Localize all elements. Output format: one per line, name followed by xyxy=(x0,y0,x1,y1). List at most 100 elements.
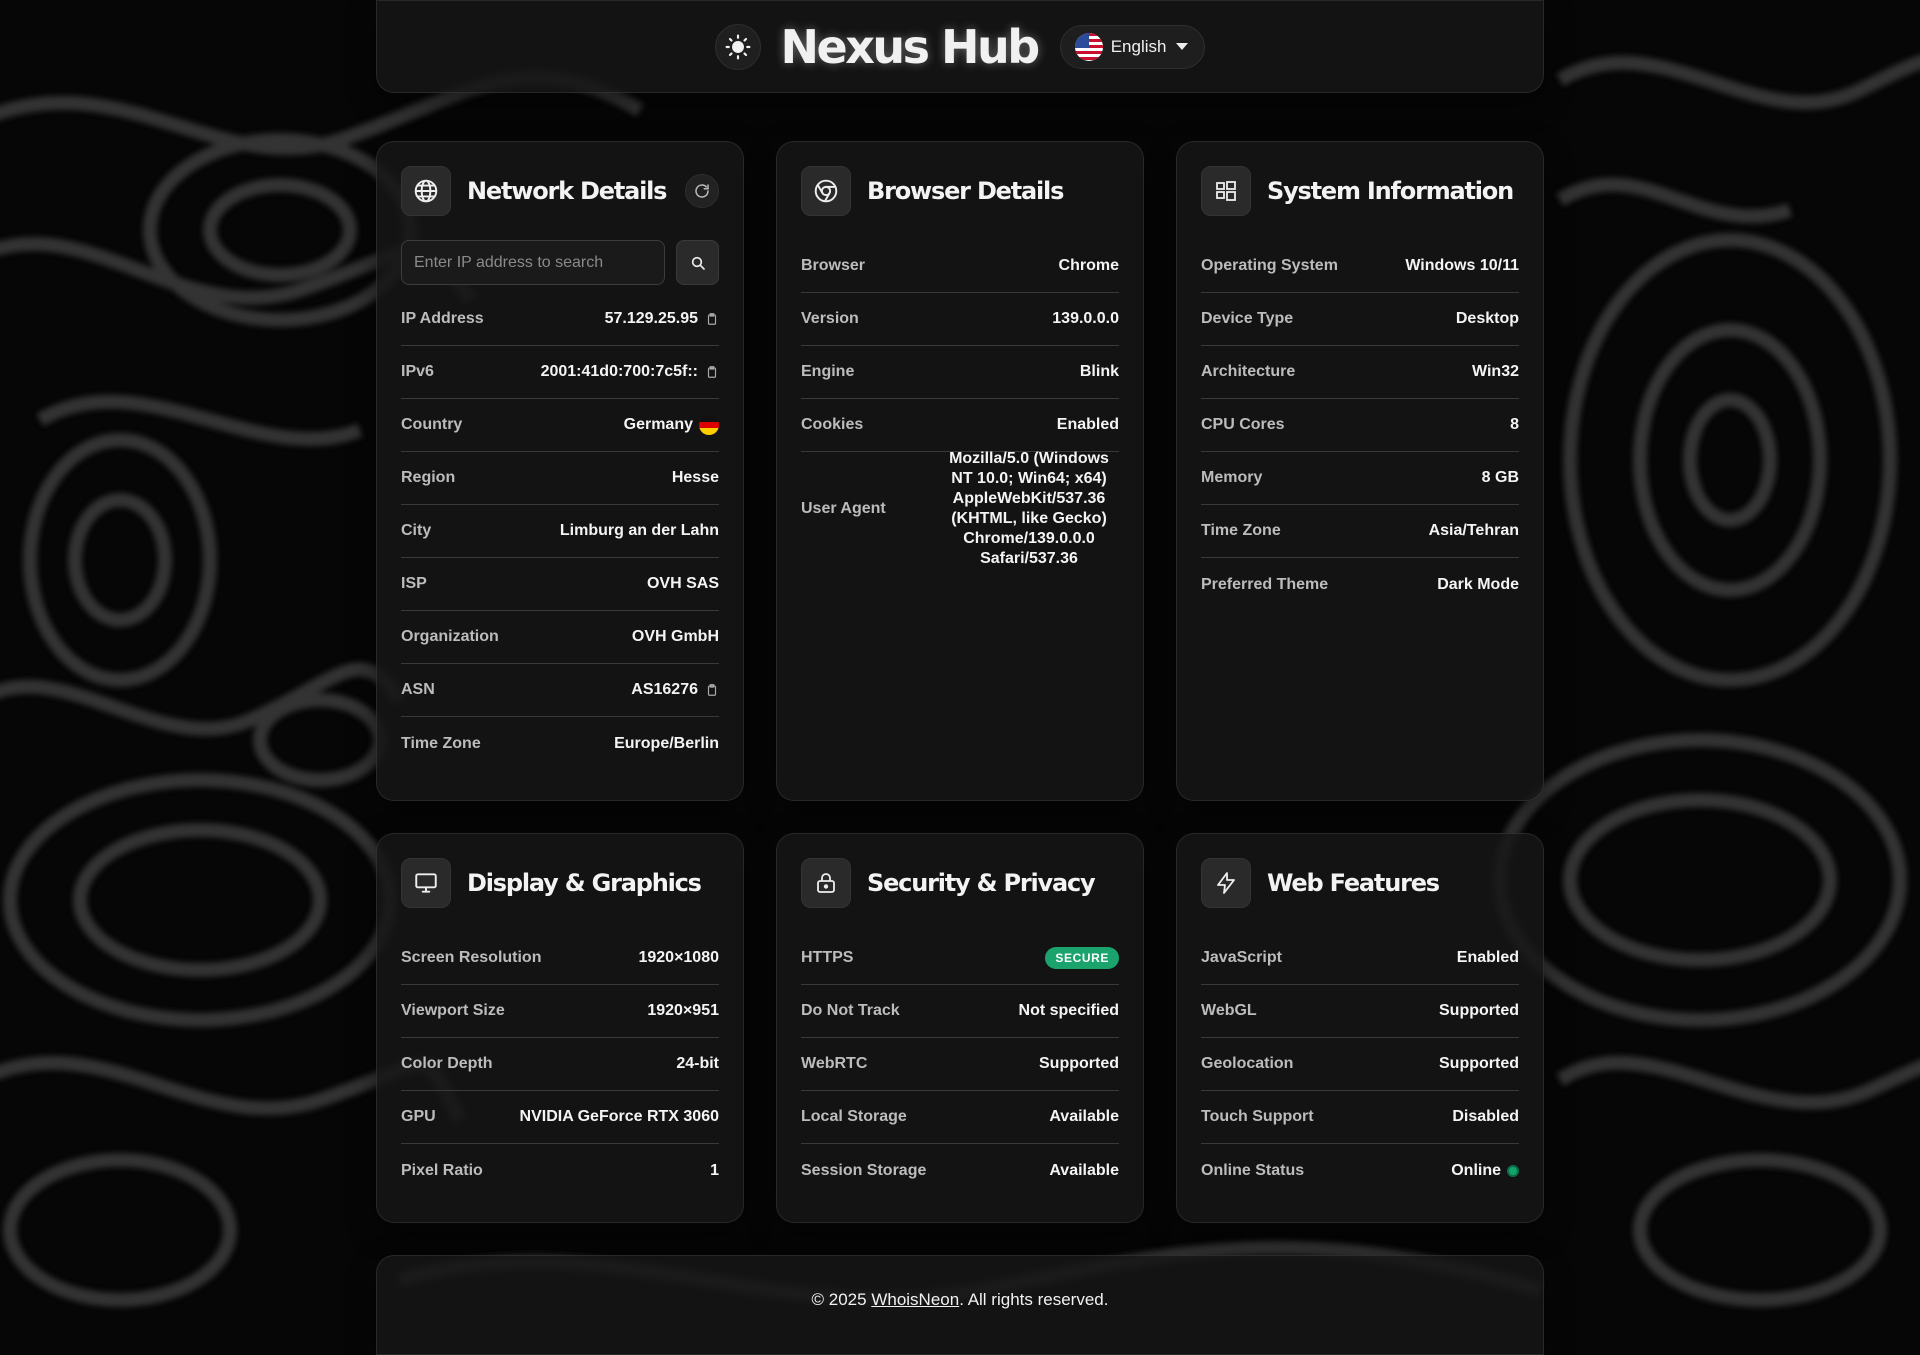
language-selector[interactable]: English xyxy=(1059,24,1206,69)
row-label: ASN xyxy=(401,681,435,698)
row-label: Screen Resolution xyxy=(401,949,542,966)
row-value: Desktop xyxy=(1455,310,1519,327)
row-value: OVH GmbH xyxy=(631,628,719,645)
row-value: Hesse xyxy=(671,469,719,486)
refresh-button[interactable] xyxy=(685,174,719,208)
row-value: Disabled xyxy=(1452,1108,1519,1125)
row-label: Color Depth xyxy=(401,1055,493,1072)
search-button[interactable] xyxy=(676,240,719,285)
row-value: Germany xyxy=(623,416,693,433)
table-row: CPU Cores 8 xyxy=(1201,399,1519,452)
brand-title: Nexus Hub xyxy=(780,19,1041,74)
row-value: Chrome xyxy=(1058,257,1119,274)
card-title: Security & Privacy xyxy=(867,869,1096,897)
row-value: Windows 10/11 xyxy=(1405,257,1519,274)
row-label: Online Status xyxy=(1201,1161,1305,1179)
row-label: Country xyxy=(401,416,463,433)
footer-suffix: . All rights reserved. xyxy=(959,1290,1109,1309)
card-title: Browser Details xyxy=(867,177,1064,205)
row-value: 1 xyxy=(710,1161,719,1179)
ip-search-input[interactable] xyxy=(401,240,666,285)
display-graphics-card: Display & Graphics Screen Resolution 192… xyxy=(376,833,744,1223)
language-label: English xyxy=(1110,36,1167,56)
row-value: Europe/Berlin xyxy=(614,734,719,752)
row-value: 1920×1080 xyxy=(638,949,719,966)
row-label: WebGL xyxy=(1201,1002,1257,1019)
row-value: Enabled xyxy=(1056,416,1119,433)
table-row: Time Zone Europe/Berlin xyxy=(401,717,719,770)
table-row: JavaScript Enabled xyxy=(1201,932,1519,985)
row-label: Operating System xyxy=(1201,257,1338,274)
secure-badge: SECURE xyxy=(1045,947,1119,969)
row-value: 8 GB xyxy=(1481,469,1519,486)
row-value: Limburg an der Lahn xyxy=(559,522,719,539)
row-label: Touch Support xyxy=(1201,1108,1314,1125)
row-label: Do Not Track xyxy=(801,1002,900,1019)
table-row: Viewport Size 1920×951 xyxy=(401,985,719,1038)
row-value: AS16276 xyxy=(631,681,698,698)
row-value: 139.0.0.0 xyxy=(1052,310,1119,327)
row-label: User Agent xyxy=(801,500,886,517)
row-value: NVIDIA GeForce RTX 3060 xyxy=(519,1108,719,1125)
row-label: Device Type xyxy=(1201,310,1294,327)
row-label: HTTPS xyxy=(801,949,854,966)
row-label: CPU Cores xyxy=(1201,416,1285,433)
web-features-card: Web Features JavaScript Enabled WebGL Su… xyxy=(1176,833,1544,1223)
row-value: Supported xyxy=(1439,1055,1519,1072)
chrome-icon xyxy=(801,166,851,216)
row-label: City xyxy=(401,522,432,539)
row-value: OVH SAS xyxy=(646,575,719,592)
row-value: Dark Mode xyxy=(1437,575,1519,593)
row-label: Preferred Theme xyxy=(1201,575,1329,593)
row-label: Viewport Size xyxy=(401,1002,505,1019)
row-label: Region xyxy=(401,469,456,486)
browser-details-card: Browser Details Browser Chrome Version 1… xyxy=(776,141,1144,801)
footer-link[interactable]: WhoisNeon xyxy=(871,1290,959,1309)
row-value: Enabled xyxy=(1456,949,1519,966)
card-title: System Information xyxy=(1267,177,1514,205)
table-row: GPU NVIDIA GeForce RTX 3060 xyxy=(401,1091,719,1144)
table-row: ASN AS16276 xyxy=(401,664,719,717)
germany-flag-icon xyxy=(699,415,719,435)
card-title: Web Features xyxy=(1267,869,1440,897)
user-agent-value: Mozilla/5.0 (Windows NT 10.0; Win64; x64… xyxy=(949,450,1109,567)
row-label: Time Zone xyxy=(1201,522,1281,539)
table-row: ISP OVH SAS xyxy=(401,558,719,611)
table-row: Version 139.0.0.0 xyxy=(801,293,1119,346)
row-value: Win32 xyxy=(1472,363,1519,380)
table-row: Do Not Track Not specified xyxy=(801,985,1119,1038)
row-label: IP Address xyxy=(401,310,484,327)
footer-text: © 2025 WhoisNeon. All rights reserved. xyxy=(812,1290,1109,1354)
row-label: IPv6 xyxy=(401,363,434,380)
ip-search xyxy=(401,240,719,285)
search-icon xyxy=(691,256,705,270)
row-value: Supported xyxy=(1439,1002,1519,1019)
globe-icon xyxy=(401,166,451,216)
row-value: Blink xyxy=(1079,363,1119,380)
table-row: Cookies Enabled xyxy=(801,399,1119,452)
row-value: 1920×951 xyxy=(647,1002,719,1019)
footer-prefix: © 2025 xyxy=(811,1290,872,1309)
table-row: Color Depth 24-bit xyxy=(401,1038,719,1091)
row-label: Cookies xyxy=(801,416,864,433)
row-label: JavaScript xyxy=(1201,949,1282,966)
table-row: Preferred Theme Dark Mode xyxy=(1201,558,1519,611)
online-status-dot xyxy=(1507,1164,1519,1177)
row-label: Architecture xyxy=(1201,363,1296,380)
us-flag-icon xyxy=(1074,32,1103,61)
windows-icon xyxy=(1201,166,1251,216)
footer: © 2025 WhoisNeon. All rights reserved. xyxy=(376,1255,1544,1355)
copy-icon[interactable] xyxy=(705,365,719,379)
table-row: IP Address 57.129.25.95 xyxy=(401,293,719,346)
network-details-card: Network Details IP Address 57.129.25.95 … xyxy=(376,141,744,801)
theme-toggle-button[interactable] xyxy=(714,23,761,70)
refresh-icon xyxy=(695,184,709,198)
table-row: HTTPS SECURE xyxy=(801,932,1119,985)
row-value: Asia/Tehran xyxy=(1428,522,1519,539)
copy-icon[interactable] xyxy=(705,683,719,697)
table-row: Country Germany xyxy=(401,399,719,452)
table-row: Engine Blink xyxy=(801,346,1119,399)
copy-icon[interactable] xyxy=(705,312,719,326)
table-row: Region Hesse xyxy=(401,452,719,505)
table-row: Local Storage Available xyxy=(801,1091,1119,1144)
